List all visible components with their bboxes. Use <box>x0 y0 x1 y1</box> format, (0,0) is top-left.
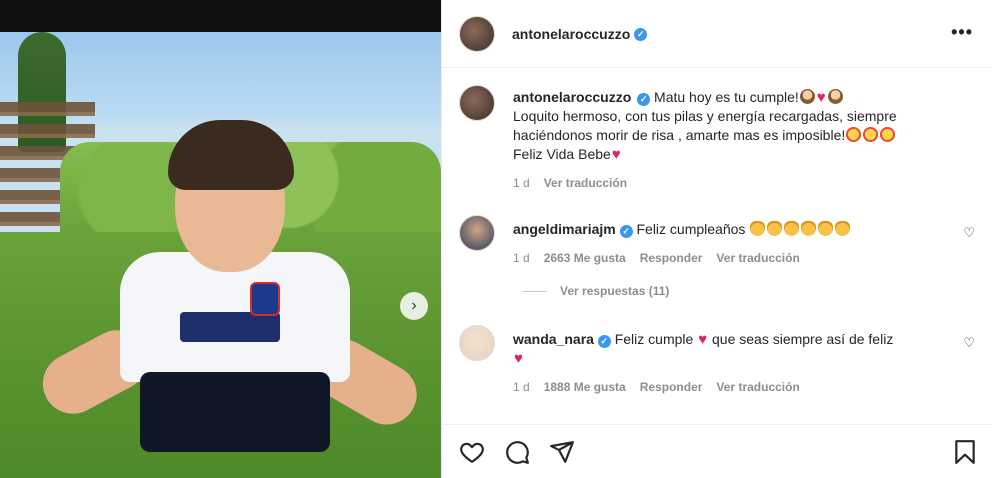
heart-emoji-icon: ♥ <box>698 331 708 348</box>
comment-text-a: Feliz cumple <box>614 331 694 347</box>
heart-emoji-icon: ♥ <box>816 89 826 106</box>
comment-translate-link[interactable]: Ver traducción <box>716 249 799 268</box>
comment-body: angeldimariajm ✓ Feliz cumpleaños 1 d 26… <box>513 220 933 268</box>
comment-body: wanda_nara ✓ Feliz cumple ♥ que seas sie… <box>513 330 933 397</box>
view-replies-button[interactable]: Ver respuestas (11) <box>522 284 669 298</box>
post-photo-panel: › <box>0 0 441 478</box>
caption-avatar[interactable] <box>459 85 495 121</box>
heart-emoji-icon: ♥ <box>611 146 621 163</box>
clap-emoji-icon <box>784 221 800 236</box>
star-eyes-emoji-icon <box>880 127 896 142</box>
caption-translate-link[interactable]: Ver traducción <box>544 174 627 193</box>
comments-list[interactable]: antonelaroccuzzo ✓ Matu hoy es tu cumple… <box>442 69 992 424</box>
replies-divider <box>522 290 546 292</box>
header-username[interactable]: antonelaroccuzzo <box>512 26 630 42</box>
verified-icon: ✓ <box>597 335 611 348</box>
caption-line-3: Feliz Vida Bebe <box>513 146 611 162</box>
caption-line-1: Matu hoy es tu cumple! <box>654 89 799 105</box>
heart-icon[interactable] <box>459 439 485 465</box>
caption-username[interactable]: antonelaroccuzzo <box>513 89 631 105</box>
heart-emoji-icon: ♥ <box>514 350 523 367</box>
caption-line-2: Loquito hermoso, con tus pilas y energía… <box>513 108 897 143</box>
top-dark-bar <box>0 0 441 32</box>
verified-icon: ✓ <box>634 27 648 41</box>
caption-text: antonelaroccuzzo ✓ Matu hoy es tu cumple… <box>513 88 953 193</box>
post-photo[interactable] <box>0 32 441 478</box>
reply-button[interactable]: Responder <box>640 249 703 268</box>
comment-likes[interactable]: 2663 Me gusta <box>544 249 626 268</box>
verified-icon: ✓ <box>637 93 651 106</box>
chevron-right-icon: › <box>411 297 417 314</box>
photo-shirt-band <box>180 312 280 342</box>
more-options-icon[interactable]: ••• <box>951 22 973 43</box>
comment-avatar[interactable] <box>459 215 495 251</box>
photo-shorts <box>140 372 330 452</box>
comment-username[interactable]: angeldimariajm <box>513 221 616 237</box>
comment-meta: 1 d 2663 Me gusta Responder Ver traducci… <box>513 249 933 268</box>
caption-meta: 1 d Ver traducción <box>513 174 953 193</box>
cake-emoji-icon <box>827 89 843 104</box>
post-side-panel: antonelaroccuzzo ✓ ••• antonelaroccuzzo … <box>441 0 992 478</box>
clap-emoji-icon <box>835 221 851 236</box>
comment-translate-link[interactable]: Ver traducción <box>716 378 799 397</box>
star-eyes-emoji-icon <box>863 127 879 142</box>
reply-button[interactable]: Responder <box>640 378 703 397</box>
verified-icon: ✓ <box>619 225 633 238</box>
comment-text: Feliz cumpleaños <box>636 221 746 237</box>
comment-like-heart-icon[interactable]: ♡ <box>963 335 975 351</box>
clap-emoji-icon <box>767 221 783 236</box>
clap-emoji-icon <box>750 221 766 236</box>
view-replies-label: Ver respuestas (11) <box>560 284 670 298</box>
photo-child <box>32 112 428 478</box>
share-icon[interactable] <box>549 439 575 465</box>
comment-text-b: que seas siempre así de feliz <box>712 331 894 347</box>
photo-hair <box>168 120 294 190</box>
comment-username[interactable]: wanda_nara <box>513 331 594 347</box>
comment-like-heart-icon[interactable]: ♡ <box>963 225 975 241</box>
comment-meta: 1 d 1888 Me gusta Responder Ver traducci… <box>513 378 933 397</box>
star-eyes-emoji-icon <box>846 127 862 142</box>
comment-likes[interactable]: 1888 Me gusta <box>544 378 626 397</box>
post-author: antonelaroccuzzo ✓ <box>512 26 648 42</box>
caption-time[interactable]: 1 d <box>513 174 530 193</box>
next-photo-button[interactable]: › <box>400 292 428 320</box>
comment-time[interactable]: 1 d <box>513 249 530 268</box>
comment-avatar[interactable] <box>459 325 495 361</box>
clap-emoji-icon <box>818 221 834 236</box>
post-actions-bar <box>442 424 992 478</box>
avatar[interactable] <box>459 16 495 52</box>
cake-emoji-icon <box>799 89 815 104</box>
post-header: antonelaroccuzzo ✓ ••• <box>442 0 992 68</box>
clap-emoji-icon <box>801 221 817 236</box>
comment-time[interactable]: 1 d <box>513 378 530 397</box>
comment-icon[interactable] <box>504 439 530 465</box>
photo-club-badge <box>250 282 280 316</box>
bookmark-icon[interactable] <box>952 439 978 465</box>
